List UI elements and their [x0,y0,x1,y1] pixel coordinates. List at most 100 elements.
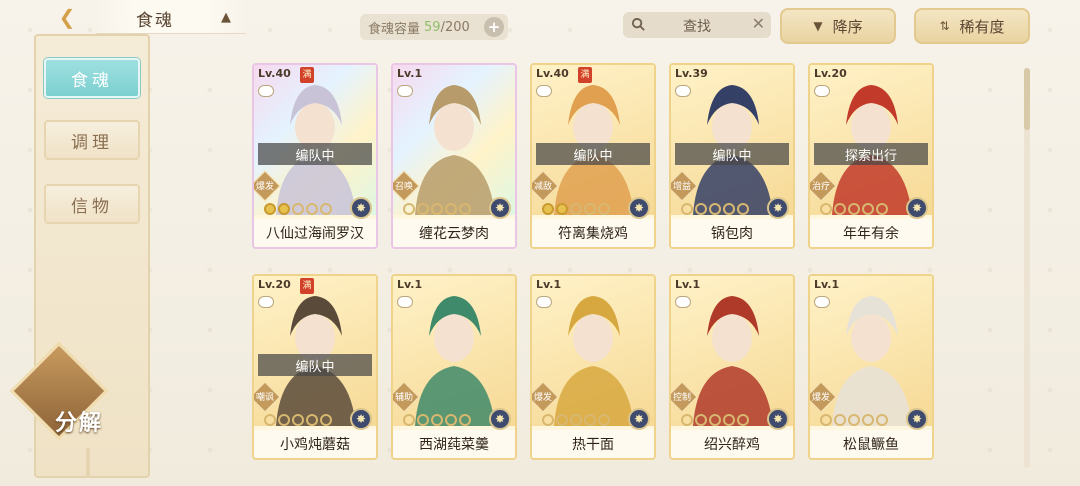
level-label: Lv.20 [258,278,291,291]
character-name: 年年有余 [810,219,932,247]
star-rating [820,414,888,426]
triangle-down-icon: ▼ [813,19,823,33]
tassel [86,448,90,478]
lock-icon[interactable] [675,296,691,308]
character-name: 绍兴醉鸡 [671,430,793,458]
star-icon [278,414,290,426]
role-label: 治疗 [811,182,830,192]
star-icon [834,414,846,426]
max-level-badge: 满 [300,67,314,83]
character-card[interactable]: Lv.20 探索出行 治疗 ✸ 年年有余 [808,63,934,249]
star-icon [876,414,888,426]
status-badge: 编队中 [258,354,372,376]
decompose-label: 分解 [54,411,103,436]
capacity-display: 食魂容量 59 /200 + [360,14,508,40]
star-rating [542,414,610,426]
star-icon [542,414,554,426]
character-card[interactable]: Lv.39 编队中 增益 ✸ 锅包肉 [669,63,795,249]
star-rating [681,414,749,426]
level-label: Lv.39 [675,67,708,80]
star-icon [556,414,568,426]
lock-icon[interactable] [258,296,274,308]
max-level-badge: 满 [300,278,314,294]
role-label: 嘲讽 [255,393,274,403]
element-icon: ✸ [350,197,372,219]
character-name: 符离集烧鸡 [532,219,654,247]
scrollbar[interactable] [1024,68,1030,468]
lock-icon[interactable] [397,85,413,97]
star-rating [264,203,332,215]
star-icon [431,414,443,426]
lock-icon[interactable] [814,296,830,308]
role-label: 增益 [672,182,691,192]
character-card[interactable]: Lv.1 控制 ✸ 绍兴醉鸡 [669,274,795,460]
star-icon [459,203,471,215]
star-rating [681,203,749,215]
lock-icon[interactable] [258,85,274,97]
lock-icon[interactable] [536,296,552,308]
character-card[interactable]: Lv.1 爆发 ✸ 松鼠鳜鱼 [808,274,934,460]
element-icon: ✸ [906,197,928,219]
character-card[interactable]: Lv.1 辅助 ✸ 西湖莼菜羹 [391,274,517,460]
sort-field-button[interactable]: ⇅ 稀有度 [914,8,1030,44]
search-bar[interactable]: 查找 ✕ [623,12,771,38]
star-icon [417,203,429,215]
star-icon [862,203,874,215]
capacity-current: 59 [424,19,441,35]
star-icon [709,414,721,426]
back-button[interactable]: ❮ [52,4,82,30]
tab-token[interactable]: 信物 [44,184,140,224]
element-icon: ✸ [489,408,511,430]
element-icon: ✸ [767,408,789,430]
star-icon [445,414,457,426]
star-icon [320,414,332,426]
character-card[interactable]: Lv.1 召唤 ✸ 缠花云梦肉 [391,63,517,249]
role-label: 爆发 [255,182,274,192]
star-icon [681,414,693,426]
sort-order-button[interactable]: ▼ 降序 [780,8,896,44]
level-label: Lv.40 [536,67,569,80]
star-icon [820,203,832,215]
lock-icon[interactable] [397,296,413,308]
sort-order-label: 降序 [832,17,863,36]
character-card[interactable]: Lv.40 满编队中减敌 ✸ 符离集烧鸡 [530,63,656,249]
role-label: 减敌 [533,182,552,192]
character-name: 热干面 [532,430,654,458]
expand-capacity-button[interactable]: + [484,17,504,37]
status-badge: 编队中 [675,143,789,165]
lock-icon[interactable] [675,85,691,97]
lock-icon[interactable] [536,85,552,97]
lock-icon[interactable] [814,85,830,97]
level-label: Lv.1 [675,278,701,291]
tab-foodsoul[interactable]: 食魂 [44,58,140,98]
star-icon [556,203,568,215]
star-icon [459,414,471,426]
character-card[interactable]: Lv.1 爆发 ✸ 热干面 [530,274,656,460]
star-rating [542,203,610,215]
tab-label: 信物 [71,196,113,217]
role-label: 辅助 [394,393,413,403]
star-icon [820,414,832,426]
star-icon [723,203,735,215]
status-badge: 编队中 [536,143,650,165]
tab-label: 食魂 [71,70,113,91]
character-card[interactable]: Lv.40 满编队中 爆发 ✸ 八仙过海闹罗汉 [252,63,378,249]
search-icon [631,17,645,31]
max-level-badge: 满 [578,67,592,83]
character-card[interactable]: Lv.20 满编队中 嘲讽 ✸ 小鸡炖蘑菇 [252,274,378,460]
star-icon [737,203,749,215]
star-icon [695,203,707,215]
search-input[interactable]: 查找 [683,16,711,36]
star-icon [584,203,596,215]
level-label: Lv.1 [397,67,423,80]
clear-icon[interactable]: ✕ [752,14,765,33]
scroll-thumb[interactable] [1024,68,1030,130]
tab-cooking[interactable]: 调理 [44,120,140,160]
card-grid: Lv.40 满编队中 爆发 ✸ 八仙过海闹罗汉 Lv.1 召唤 ✸ 缠花云梦肉 Lv.40 满编… [252,63,942,463]
capacity-total: /200 [440,19,470,35]
crown-icon[interactable]: ▲ [216,10,236,25]
element-icon: ✸ [628,197,650,219]
role-label: 爆发 [811,393,830,403]
star-icon [403,414,415,426]
character-name: 小鸡炖蘑菇 [254,430,376,458]
